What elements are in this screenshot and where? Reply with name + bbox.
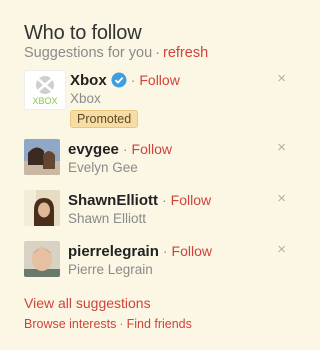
user-fullname: Shawn Elliott — [68, 211, 147, 226]
avatar-photo-icon — [24, 241, 60, 277]
xbox-logo-avatar[interactable]: XBOX — [24, 70, 66, 110]
dot-separator: · — [122, 141, 128, 157]
user-fullname: Evelyn Gee — [68, 160, 138, 175]
panel-subtitle: Suggestions for you · refresh — [24, 45, 208, 61]
user-handle[interactable]: ShawnElliott — [68, 192, 158, 209]
subtitle-separator: · — [155, 45, 161, 61]
follow-button[interactable]: Follow — [172, 243, 212, 259]
view-all-suggestions-link[interactable]: View all suggestions — [24, 295, 151, 311]
footer-links: Browse interests · Find friends — [24, 317, 192, 331]
avatar-photo-icon — [24, 139, 60, 175]
xbox-logo-icon: XBOX — [32, 76, 58, 106]
follow-button[interactable]: Follow — [171, 192, 211, 208]
promoted-badge: Promoted — [70, 110, 139, 128]
xbox-logo-text: XBOX — [32, 96, 57, 106]
dismiss-close-icon[interactable]: × — [277, 241, 286, 258]
panel-title: Who to follow — [24, 22, 142, 44]
avatar[interactable] — [24, 190, 60, 226]
user-fullname: Pierre Legrain — [68, 262, 153, 277]
user-handle[interactable]: Xbox — [70, 72, 107, 89]
avatar[interactable] — [24, 139, 60, 175]
refresh-link[interactable]: refresh — [163, 45, 208, 61]
dot-separator: · — [162, 192, 167, 208]
user-handle[interactable]: evygee — [68, 141, 119, 158]
avatar-photo-icon — [24, 190, 60, 226]
user-handle[interactable]: pierrelegrain — [68, 243, 159, 260]
verified-badge-icon — [111, 72, 127, 88]
dismiss-close-icon[interactable]: × — [277, 139, 286, 156]
dot-separator: · — [130, 72, 136, 88]
who-to-follow-panel: Who to follow Suggestions for you · refres… — [0, 0, 300, 350]
subtitle-text: Suggestions for you — [24, 45, 153, 61]
footer-separator: · — [119, 317, 124, 331]
follow-button[interactable]: Follow — [132, 141, 172, 157]
user-fullname: Xbox — [70, 91, 101, 106]
dismiss-close-icon[interactable]: × — [277, 190, 286, 207]
avatar[interactable] — [24, 241, 60, 277]
follow-button[interactable]: Follow — [139, 72, 179, 88]
dot-separator: · — [162, 243, 168, 259]
dismiss-close-icon[interactable]: × — [277, 70, 286, 87]
browse-interests-link[interactable]: Browse interests — [24, 317, 116, 331]
find-friends-link[interactable]: Find friends — [127, 317, 192, 331]
